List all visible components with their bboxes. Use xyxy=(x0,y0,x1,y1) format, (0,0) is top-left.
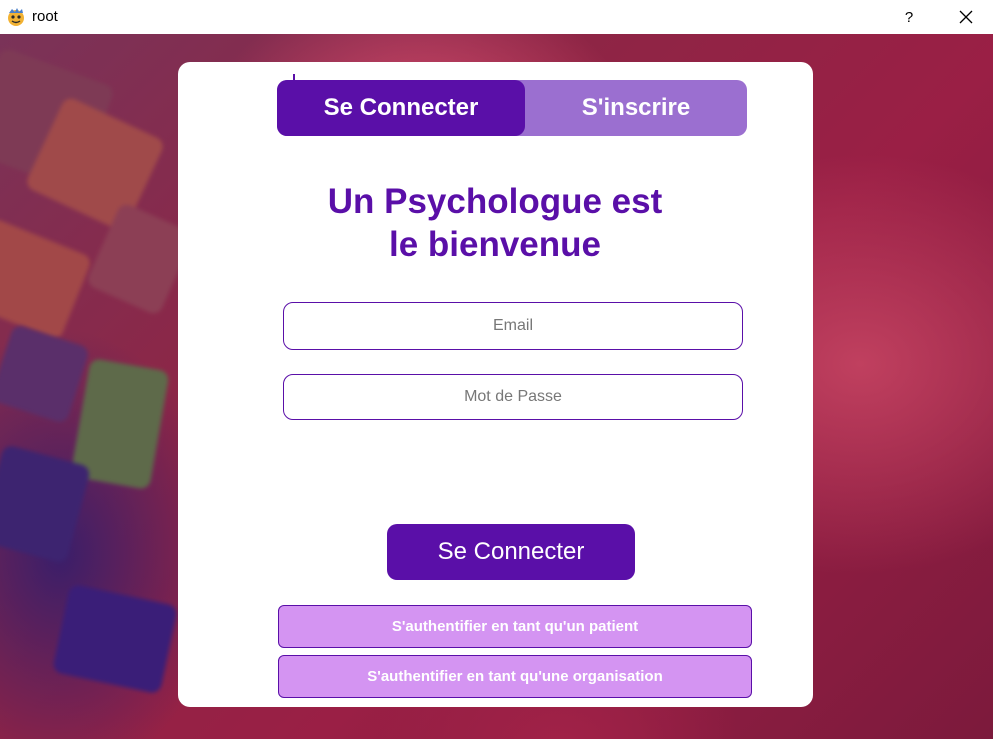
password-field[interactable] xyxy=(283,374,743,420)
page-title: Un Psychologue est le bienvenue xyxy=(278,180,712,266)
cube-tile-decoration xyxy=(0,216,93,342)
app-emoji-icon xyxy=(8,8,24,26)
email-field[interactable] xyxy=(283,302,743,350)
page-title-line-2: le bienvenue xyxy=(388,225,602,264)
tab-signup[interactable]: S'inscrire xyxy=(525,80,747,136)
help-button[interactable]: ? xyxy=(896,0,922,34)
auth-tabs: Se Connecter S'inscrire xyxy=(277,80,747,136)
tab-login[interactable]: Se Connecter xyxy=(277,80,525,136)
login-submit-button[interactable]: Se Connecter xyxy=(387,524,635,580)
auth-organisation-button[interactable]: S'authentifier en tant qu'une organisati… xyxy=(278,655,752,698)
auth-patient-button[interactable]: S'authentifier en tant qu'un patient xyxy=(278,605,752,648)
cube-tile-decoration xyxy=(0,323,91,425)
window-titlebar: root ? xyxy=(0,0,993,34)
cube-tile-decoration xyxy=(51,583,179,695)
close-button[interactable] xyxy=(948,0,984,34)
window-title: root xyxy=(32,8,58,25)
page-title-line-1: Un Psychologue est xyxy=(327,182,663,221)
close-icon xyxy=(959,10,973,24)
